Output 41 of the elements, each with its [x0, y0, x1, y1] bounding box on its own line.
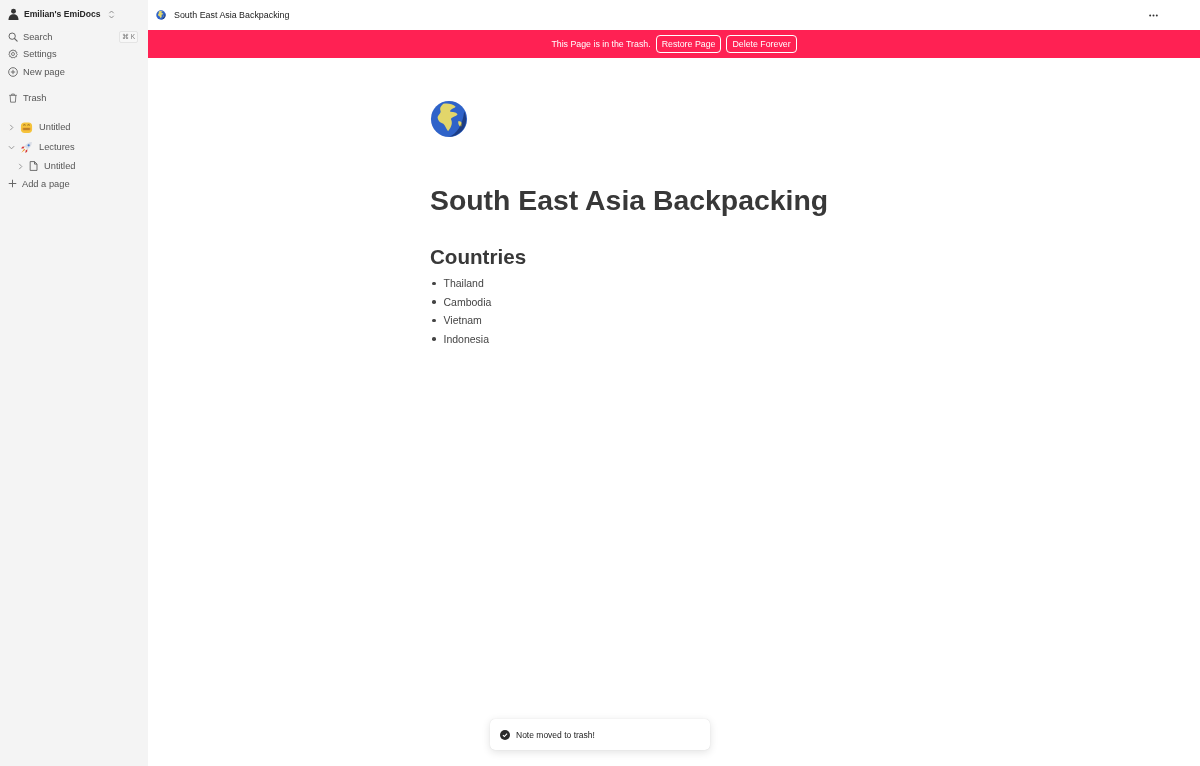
- add-page-link[interactable]: Add a page: [22, 178, 70, 189]
- plus-circle-icon: [8, 66, 18, 77]
- trash-message: This Page is in the Trash.: [551, 39, 651, 49]
- toast-message: Note moved to trash!: [516, 729, 595, 740]
- page-title-breadcrumb: South East Asia Backpacking: [174, 10, 290, 20]
- settings-icon: [8, 49, 18, 60]
- list-item: Thailand: [443, 277, 484, 290]
- chevron-right-icon[interactable]: [8, 123, 15, 131]
- more-icon[interactable]: [1149, 13, 1158, 17]
- chevron-down-icon[interactable]: [8, 143, 15, 151]
- list-item: Indonesia: [443, 332, 490, 345]
- trash-link[interactable]: Trash: [23, 93, 47, 104]
- bullet-icon: [432, 300, 436, 304]
- bullet-icon: [432, 337, 436, 341]
- sidebar-link[interactable]: Search: [23, 31, 53, 42]
- globe-icon: [430, 100, 468, 138]
- person-silhouette-icon: [8, 8, 19, 20]
- list-item: Vietnam: [443, 314, 482, 327]
- page-link[interactable]: Lectures: [39, 142, 75, 152]
- chevron-right-icon[interactable]: [17, 162, 24, 170]
- face-emoji-icon: [20, 120, 33, 134]
- document-title: South East Asia Backpacking: [430, 183, 830, 218]
- rocket-icon: [20, 140, 33, 154]
- search-icon: [8, 31, 18, 42]
- page-link[interactable]: Untitled: [44, 161, 76, 171]
- bullet-icon: [432, 281, 436, 285]
- sidebar-link[interactable]: New page: [23, 66, 65, 77]
- check-circle-icon: [500, 729, 510, 740]
- list-item: Cambodia: [443, 295, 492, 308]
- page-link[interactable]: Untitled: [39, 122, 71, 132]
- globe-icon: [156, 10, 166, 20]
- trash-icon: [8, 93, 18, 104]
- document-icon: [29, 161, 38, 171]
- restore-button[interactable]: Restore Page: [655, 35, 722, 53]
- sidebar-link[interactable]: Settings: [23, 49, 57, 60]
- chevron-up-down-icon[interactable]: [107, 9, 115, 19]
- bullet-icon: [432, 318, 436, 322]
- plus-icon: [8, 179, 17, 188]
- section-heading: Countries: [430, 244, 528, 270]
- workspace-name[interactable]: Emilian's EmiDocs: [24, 9, 101, 19]
- delete-button[interactable]: Delete Forever: [726, 35, 797, 53]
